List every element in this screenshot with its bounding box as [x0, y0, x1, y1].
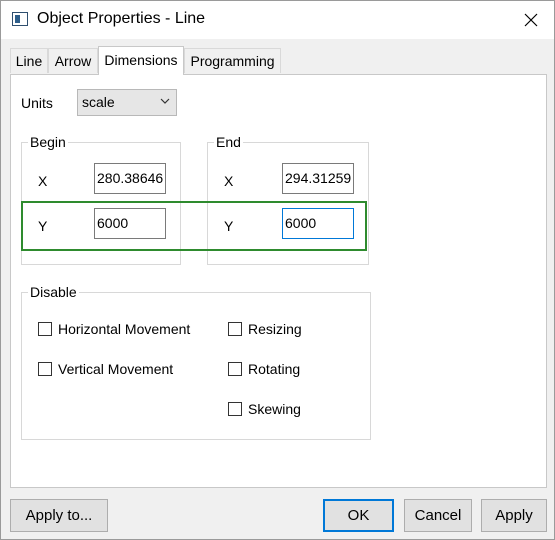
begin-x-field[interactable]: 280.38646 — [94, 163, 166, 194]
rotating-checkbox[interactable] — [228, 362, 242, 376]
title-bar: Object Properties - Line — [1, 1, 554, 39]
units-select[interactable]: scale — [77, 89, 177, 116]
skewing-checkbox[interactable] — [228, 402, 242, 416]
ok-button[interactable]: OK — [323, 499, 394, 532]
begin-group-title: Begin — [28, 134, 68, 150]
units-label: Units — [21, 95, 53, 111]
y-row-highlight — [21, 201, 367, 251]
disable-group: Disable Horizontal Movement Vertical Mov… — [21, 284, 371, 440]
cancel-button[interactable]: Cancel — [404, 499, 472, 532]
tab-dimensions[interactable]: Dimensions — [98, 46, 184, 75]
chevron-down-icon — [160, 98, 170, 104]
end-group-title: End — [214, 134, 243, 150]
apply-button[interactable]: Apply — [481, 499, 547, 532]
tab-line[interactable]: Line — [10, 48, 48, 73]
tab-programming[interactable]: Programming — [184, 48, 281, 73]
dimensions-panel: Units scale Begin X 280.38646 Y 6000 End… — [10, 74, 547, 488]
vertical-movement-label[interactable]: Vertical Movement — [58, 361, 173, 377]
units-select-value: scale — [82, 94, 115, 110]
horizontal-movement-checkbox[interactable] — [38, 322, 52, 336]
skewing-label[interactable]: Skewing — [248, 401, 301, 417]
apply-to-button[interactable]: Apply to... — [10, 499, 108, 532]
end-x-field[interactable]: 294.31259 — [282, 163, 354, 194]
vertical-movement-checkbox[interactable] — [38, 362, 52, 376]
rotating-label[interactable]: Rotating — [248, 361, 300, 377]
resizing-label[interactable]: Resizing — [248, 321, 302, 337]
end-x-label: X — [224, 173, 234, 189]
horizontal-movement-label[interactable]: Horizontal Movement — [58, 321, 190, 337]
line-object-icon — [12, 12, 28, 26]
dialog-window: Object Properties - Line Line Arrow Dime… — [0, 0, 555, 540]
close-button[interactable] — [508, 1, 554, 39]
close-icon — [524, 13, 538, 27]
window-title: Object Properties - Line — [37, 10, 206, 27]
tab-arrow[interactable]: Arrow — [48, 48, 98, 73]
disable-group-title: Disable — [28, 284, 79, 300]
begin-x-label: X — [38, 173, 48, 189]
resizing-checkbox[interactable] — [228, 322, 242, 336]
